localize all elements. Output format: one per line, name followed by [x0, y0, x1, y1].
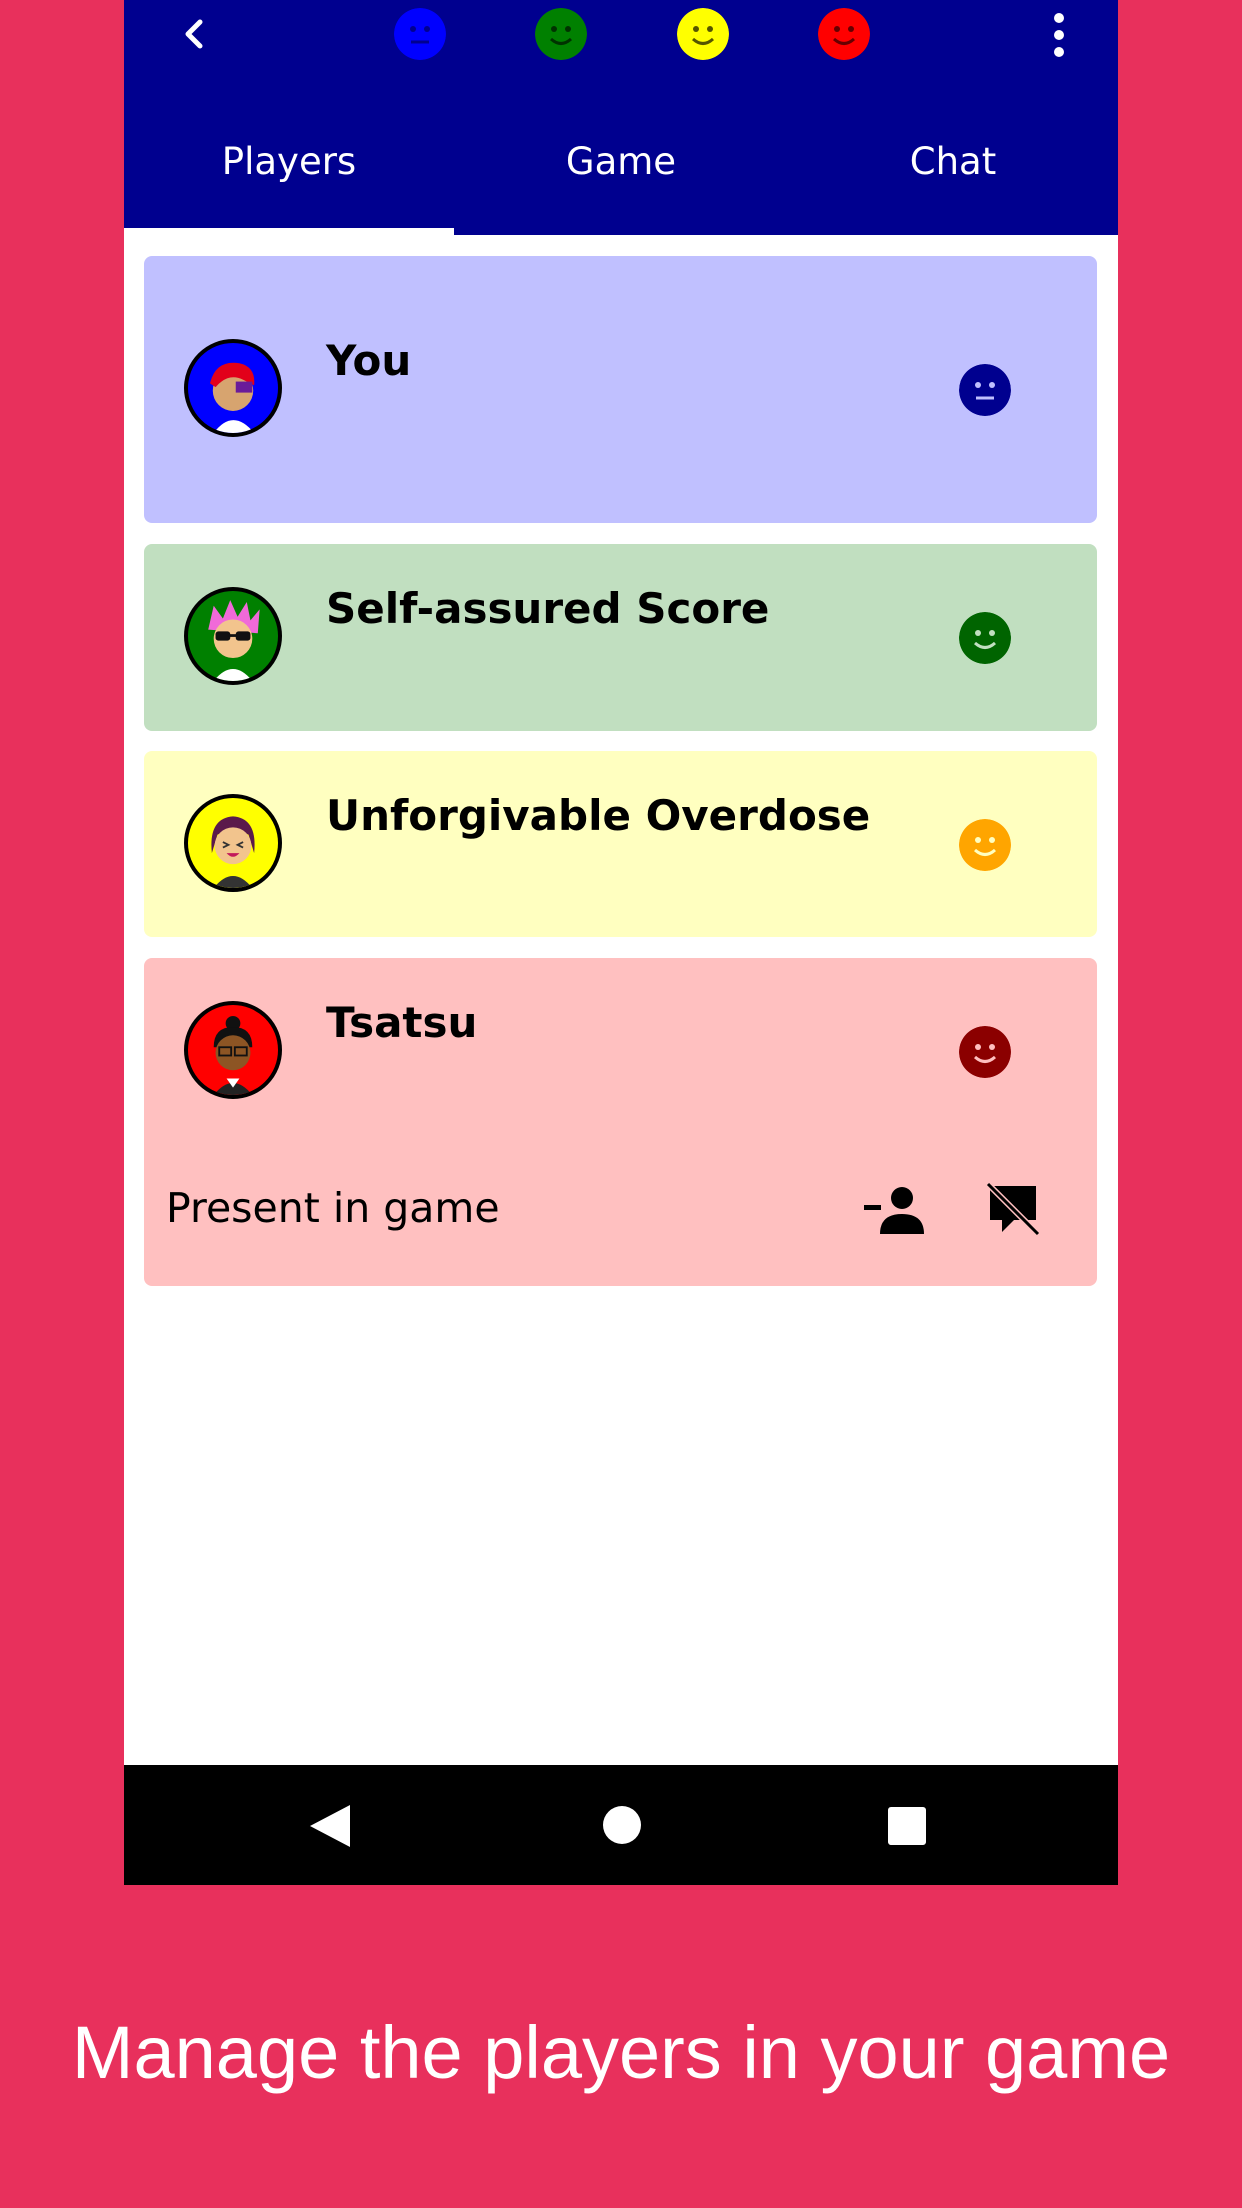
more-options-icon[interactable]	[1044, 12, 1074, 58]
player-name: You	[326, 336, 412, 385]
tab-game[interactable]: Game	[456, 140, 786, 183]
nav-back-icon[interactable]	[310, 1805, 350, 1847]
smile-face-icon	[959, 819, 1011, 871]
player-name: Self-assured Score	[326, 584, 770, 633]
red-player-smile-face-icon	[818, 8, 870, 60]
green-player-smile-face-icon	[535, 8, 587, 60]
player-card-self-assured-score[interactable]: Self-assured Score	[144, 544, 1097, 731]
tab-indicator	[124, 228, 454, 235]
phone-screen: Players Game Chat You Self-assured Score…	[124, 0, 1118, 1885]
mute-chat-icon[interactable]	[984, 1180, 1042, 1238]
system-navigation-bar	[124, 1765, 1118, 1885]
player-card-tsatsu[interactable]: Tsatsu Present in game	[144, 958, 1097, 1286]
player-name: Unforgivable Overdose	[326, 791, 871, 840]
app-bar: Players Game Chat	[124, 0, 1118, 235]
back-arrow-icon[interactable]	[174, 14, 214, 54]
remove-person-icon[interactable]	[864, 1186, 926, 1234]
smile-face-icon	[959, 1026, 1011, 1078]
player-name: Tsatsu	[326, 998, 478, 1047]
blue-player-neutral-face-icon	[394, 8, 446, 60]
nav-home-icon[interactable]	[602, 1805, 642, 1845]
avatar	[184, 587, 282, 685]
avatar	[184, 1001, 282, 1099]
tab-players[interactable]: Players	[124, 140, 454, 183]
yellow-player-smile-face-icon	[677, 8, 729, 60]
tab-chat[interactable]: Chat	[788, 140, 1118, 183]
player-status-text: Present in game	[166, 1184, 500, 1232]
avatar	[184, 339, 282, 437]
smile-face-icon	[959, 612, 1011, 664]
player-card-you[interactable]: You	[144, 256, 1097, 523]
neutral-face-icon	[959, 364, 1011, 416]
nav-recents-icon[interactable]	[888, 1807, 926, 1845]
avatar	[184, 794, 282, 892]
promo-caption: Manage the players in your game	[71, 2011, 1171, 2094]
player-card-unforgivable-overdose[interactable]: Unforgivable Overdose	[144, 751, 1097, 937]
